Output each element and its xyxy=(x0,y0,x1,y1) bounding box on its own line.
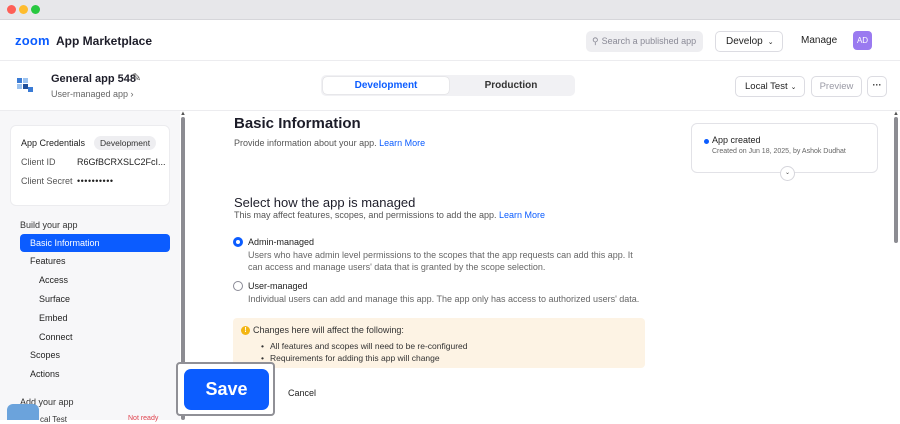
search-placeholder: Search a published app xyxy=(601,36,697,46)
app-icon xyxy=(7,404,39,420)
chevron-down-icon: ⌄ xyxy=(767,39,774,46)
cancel-button[interactable]: Cancel xyxy=(277,383,327,403)
manage-link[interactable]: Manage xyxy=(801,35,837,46)
sidebar-item-access[interactable]: Access xyxy=(20,271,170,289)
sidebar-item-connect[interactable]: Connect xyxy=(20,328,170,346)
save-button-highlight: Save xyxy=(176,362,275,416)
warning-icon: ! xyxy=(241,326,250,335)
status-badge: Not ready xyxy=(128,415,159,422)
status-subtitle: Created on Jun 18, 2025, by Ashok Dudhat xyxy=(712,148,846,155)
avatar[interactable]: AD xyxy=(853,31,872,50)
warning-item: Requirements for adding this app will ch… xyxy=(261,353,440,363)
minimize-window-button[interactable] xyxy=(19,5,28,14)
learn-more-link[interactable]: Learn More xyxy=(379,138,425,148)
client-id-value[interactable]: R6GfBCRXSLC2FcI... xyxy=(77,157,166,167)
app-logo-icon xyxy=(17,78,33,92)
section-title: Select how the app is managed xyxy=(234,195,416,210)
app-type-link[interactable]: User-managed app › xyxy=(51,89,134,99)
develop-label: Develop xyxy=(726,36,763,47)
app-status-card: App created Created on Jun 18, 2025, by … xyxy=(691,123,878,181)
develop-dropdown[interactable]: Develop ⌄ xyxy=(715,31,783,52)
search-icon: ⚲ xyxy=(592,36,599,46)
tab-development[interactable]: Development xyxy=(323,77,449,94)
app-type-label: User-managed app xyxy=(51,89,129,99)
sidebar-item-features[interactable]: Features xyxy=(20,252,170,270)
page-description: Provide information about your app. Lear… xyxy=(234,138,425,148)
client-id-label: Client ID xyxy=(21,157,56,167)
top-navigation: zoom App Marketplace ⚲ Search a published… xyxy=(0,20,900,61)
section-description-text: This may affect features, scopes, and pe… xyxy=(234,210,497,220)
search-input[interactable]: ⚲ Search a published app xyxy=(586,31,703,52)
local-test-label: Local Test xyxy=(745,81,788,92)
admin-managed-label[interactable]: Admin-managed xyxy=(248,237,314,247)
sidebar: App Credentials Development Client ID R6… xyxy=(0,111,180,424)
chevron-down-icon: ⌄ xyxy=(790,84,797,91)
page-title: Basic Information xyxy=(234,115,361,132)
credentials-title: App Credentials xyxy=(21,138,86,148)
warning-banner: ! Changes here will affect the following… xyxy=(233,318,645,368)
window-titlebar xyxy=(0,0,900,20)
main-content: Basic Information Provide information ab… xyxy=(187,111,900,420)
zoom-logo[interactable]: zoom xyxy=(15,33,50,48)
admin-managed-radio[interactable] xyxy=(233,237,243,247)
user-managed-label[interactable]: User-managed xyxy=(248,281,308,291)
marketplace-title[interactable]: App Marketplace xyxy=(56,34,152,48)
sidebar-item-actions[interactable]: Actions xyxy=(20,365,170,383)
environment-badge: Development xyxy=(94,136,157,150)
credentials-card: App Credentials Development Client ID R6… xyxy=(10,125,170,206)
warning-title: Changes here will affect the following: xyxy=(253,325,404,335)
app-name: General app 548 xyxy=(51,73,136,85)
main-scrollbar[interactable] xyxy=(894,117,898,243)
page-description-text: Provide information about your app. xyxy=(234,138,377,148)
client-secret-value[interactable]: •••••••••• xyxy=(77,176,114,186)
user-managed-description: Individual users can add and manage this… xyxy=(248,294,640,304)
sidebar-item-surface[interactable]: Surface xyxy=(20,290,170,308)
client-secret-label: Client Secret xyxy=(21,176,73,186)
warning-item: All features and scopes will need to be … xyxy=(261,341,468,351)
maximize-window-button[interactable] xyxy=(31,5,40,14)
more-options-button[interactable]: ··· xyxy=(867,76,887,97)
learn-more-link[interactable]: Learn More xyxy=(499,210,545,220)
status-dot-icon xyxy=(704,139,709,144)
sidebar-item-basic-information[interactable]: Basic Information xyxy=(20,234,170,252)
pencil-icon[interactable]: ✎ xyxy=(132,71,141,84)
preview-button[interactable]: Preview xyxy=(811,76,862,97)
admin-managed-description: Users who have admin level permissions t… xyxy=(248,250,633,272)
build-your-app-heading: Build your app xyxy=(20,220,78,230)
chevron-down-icon[interactable]: ⌄ xyxy=(780,166,795,181)
tab-production[interactable]: Production xyxy=(449,77,573,94)
sidebar-item-embed[interactable]: Embed xyxy=(20,309,170,327)
app-header-bar: General app 548 ✎ User-managed app › Dev… xyxy=(0,61,900,111)
section-description: This may affect features, scopes, and pe… xyxy=(234,210,545,220)
environment-switch: Development Production xyxy=(321,75,575,96)
local-test-dropdown[interactable]: Local Test ⌄ xyxy=(735,76,805,97)
save-button[interactable]: Save xyxy=(184,369,269,410)
user-managed-radio[interactable] xyxy=(233,281,243,291)
status-title: App created xyxy=(712,135,761,145)
sidebar-item-scopes[interactable]: Scopes xyxy=(20,346,170,364)
close-window-button[interactable] xyxy=(7,5,16,14)
